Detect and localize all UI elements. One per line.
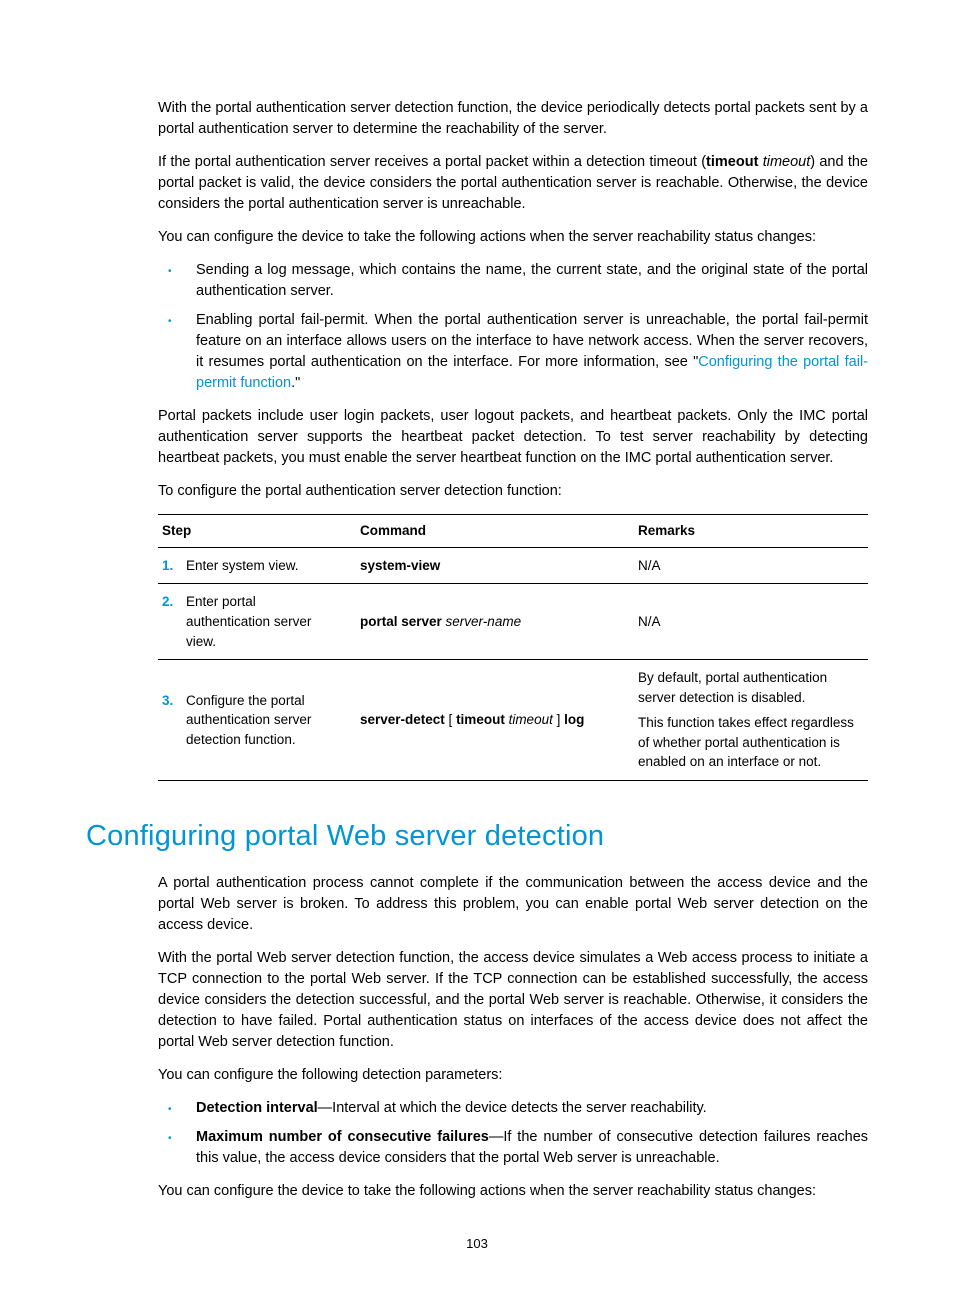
command-keyword: log xyxy=(564,712,584,727)
paragraph: You can configure the following detectio… xyxy=(158,1065,868,1086)
text: ." xyxy=(291,375,300,391)
table-row: 3.Configure the portal authentication se… xyxy=(158,660,868,781)
step-number: 2. xyxy=(162,592,186,612)
body-content: A portal authentication process cannot c… xyxy=(158,873,868,1202)
table-header-command: Command xyxy=(356,515,634,548)
list-item: Maximum number of consecutive failures—I… xyxy=(158,1127,868,1169)
paragraph: Portal packets include user login packet… xyxy=(158,406,868,469)
definition-term: Detection interval xyxy=(196,1100,318,1116)
argument: timeout xyxy=(763,154,811,170)
bullet-list: Sending a log message, which contains th… xyxy=(158,260,868,394)
command-arg: server-name xyxy=(442,614,521,629)
text: —Interval at which the device detects th… xyxy=(318,1100,707,1116)
command-text: [ xyxy=(445,712,456,727)
table-row: 1.Enter system view. system-view N/A xyxy=(158,547,868,584)
step-desc: Enter portal authentication server view. xyxy=(186,592,341,651)
text: Sending a log message, which contains th… xyxy=(196,262,868,299)
section-heading: Configuring portal Web server detection xyxy=(86,815,868,857)
command-keyword: server-detect xyxy=(360,712,445,727)
list-item: Sending a log message, which contains th… xyxy=(158,260,868,302)
paragraph: With the portal authentication server de… xyxy=(158,98,868,140)
page-number: 103 xyxy=(0,1235,954,1254)
keyword: timeout xyxy=(706,154,758,170)
command-keyword: portal server xyxy=(360,614,442,629)
table-row: 2.Enter portal authentication server vie… xyxy=(158,584,868,660)
text: If the portal authentication server rece… xyxy=(158,154,706,170)
bullet-list: Detection interval—Interval at which the… xyxy=(158,1098,868,1169)
step-desc: Enter system view. xyxy=(186,556,341,576)
command-arg: timeout xyxy=(505,712,553,727)
paragraph: You can configure the device to take the… xyxy=(158,227,868,248)
list-item: Enabling portal fail-permit. When the po… xyxy=(158,310,868,394)
command-text: ] xyxy=(553,712,564,727)
command-keyword: system-view xyxy=(360,558,440,573)
definition-term: Maximum number of consecutive failures xyxy=(196,1129,489,1145)
paragraph: With the portal Web server detection fun… xyxy=(158,948,868,1053)
table-header-remarks: Remarks xyxy=(634,515,868,548)
config-steps-table: Step Command Remarks 1.Enter system view… xyxy=(158,514,868,781)
remarks-cell: N/A xyxy=(634,584,868,660)
paragraph: If the portal authentication server rece… xyxy=(158,152,868,215)
step-number: 3. xyxy=(162,691,186,711)
remarks-text: By default, portal authentication server… xyxy=(638,668,864,707)
remarks-cell: N/A xyxy=(634,547,868,584)
list-item: Detection interval—Interval at which the… xyxy=(158,1098,868,1119)
remarks-cell: By default, portal authentication server… xyxy=(634,660,868,781)
step-desc: Configure the portal authentication serv… xyxy=(186,691,341,750)
table-header-step: Step xyxy=(158,515,356,548)
command-keyword: timeout xyxy=(456,712,505,727)
remarks-text: This function takes effect regardless of… xyxy=(638,713,864,772)
document-page: With the portal authentication server de… xyxy=(0,0,954,1296)
paragraph: A portal authentication process cannot c… xyxy=(158,873,868,936)
paragraph: To configure the portal authentication s… xyxy=(158,481,868,502)
body-content: With the portal authentication server de… xyxy=(158,98,868,781)
paragraph: You can configure the device to take the… xyxy=(158,1181,868,1202)
step-number: 1. xyxy=(162,556,186,576)
